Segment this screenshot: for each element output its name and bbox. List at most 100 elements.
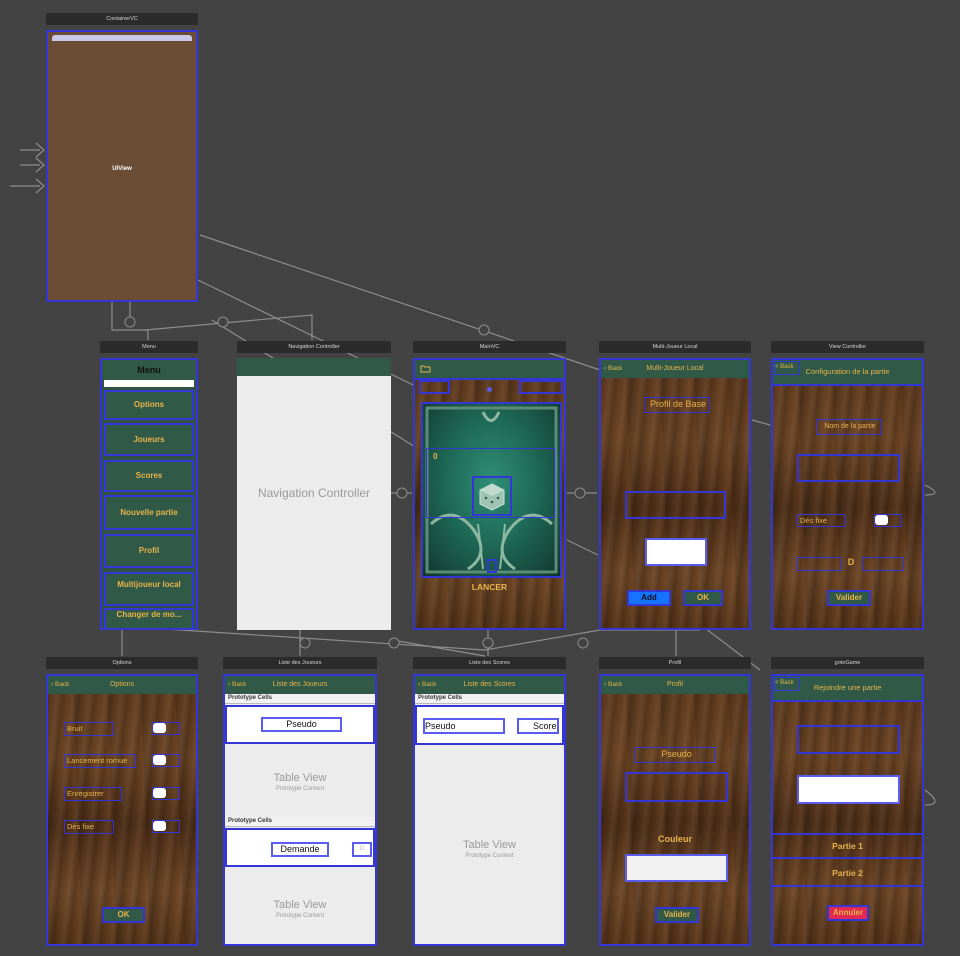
main-nav-bar bbox=[415, 360, 564, 380]
scene-title-goto[interactable]: gotoGame bbox=[771, 657, 924, 669]
config-back-button[interactable]: < Back bbox=[774, 361, 800, 375]
scene-title-config[interactable]: View Controller bbox=[771, 341, 924, 353]
scene-title-nav[interactable]: Navigation Controller bbox=[237, 341, 391, 353]
config-right-box[interactable] bbox=[862, 557, 904, 571]
options-back-label: Back bbox=[54, 681, 70, 688]
nav-controller-label: Navigation Controller bbox=[257, 486, 371, 500]
players-back-button[interactable]: ‹ Back bbox=[228, 676, 246, 694]
players-cell-2[interactable]: Demande D bbox=[225, 828, 375, 867]
config-scene[interactable]: Configuration de la partie < Back Nom de… bbox=[771, 358, 924, 630]
config-fixed-dice-label: Dés fixe bbox=[797, 514, 845, 527]
change-mode-button[interactable]: Changer de mo... bbox=[104, 608, 194, 628]
menu-scene[interactable]: Menu Options Joueurs Scores Nouvelle par… bbox=[100, 358, 198, 630]
option-fixed-dice-switch[interactable] bbox=[152, 820, 180, 833]
dice-box[interactable] bbox=[472, 476, 512, 516]
profil-back-button[interactable]: ‹ Back bbox=[604, 676, 622, 694]
folder-icon[interactable] bbox=[420, 364, 431, 373]
multi-text-field[interactable] bbox=[645, 538, 707, 566]
config-d-label: D bbox=[847, 557, 855, 567]
multi-input-box[interactable] bbox=[625, 491, 726, 519]
main-indicator bbox=[487, 387, 492, 392]
main-top-left-box bbox=[419, 380, 450, 394]
multi-nav-title: Multi-Joueur Local bbox=[646, 365, 704, 372]
players-nav-bar: Liste des Joueurs bbox=[225, 676, 375, 694]
scores-scene[interactable]: Liste des Scores ‹ Back Prototype Cells … bbox=[413, 674, 566, 946]
scores-back-button[interactable]: ‹ Back bbox=[418, 676, 436, 694]
multi-player-scene[interactable]: Multi-Joueur Local ‹ Back Profil de Base… bbox=[599, 358, 751, 630]
players-button[interactable]: Joueurs bbox=[104, 423, 194, 456]
goto-top-box[interactable] bbox=[797, 725, 900, 754]
menu-header: Menu bbox=[102, 360, 196, 380]
options-ok-button[interactable]: OK bbox=[102, 907, 145, 923]
scene-title-menu[interactable]: Menu bbox=[100, 341, 198, 353]
option-noise-switch[interactable] bbox=[152, 722, 180, 735]
multi-back-label: Back bbox=[607, 365, 623, 372]
profile-scene[interactable]: Profil ‹ Back Pseudo Couleur Valider bbox=[599, 674, 751, 946]
scores-table-view[interactable]: Table View Prototype Content bbox=[415, 747, 564, 944]
score-counter: 0 bbox=[433, 452, 438, 461]
scene-title-scores[interactable]: Liste des Scores bbox=[413, 657, 566, 669]
profil-color-field[interactable] bbox=[625, 854, 728, 882]
request-label: Demande bbox=[271, 842, 329, 857]
scores-cell[interactable]: Pseudo Score bbox=[415, 705, 564, 745]
goto-nav-title: Rejoindre une partie bbox=[813, 683, 882, 692]
players-table-view-1[interactable]: Table View Prototype Content bbox=[225, 746, 375, 814]
game-1-row[interactable]: Partie 1 bbox=[773, 833, 922, 859]
options-scene[interactable]: Options ‹ Back Bruit Lancement romue Enr… bbox=[46, 674, 198, 946]
main-scene[interactable]: 0 LANCER bbox=[413, 358, 566, 630]
request-small-label: D bbox=[352, 842, 372, 857]
scene-title-profil[interactable]: Profil bbox=[599, 657, 751, 669]
menu-white-strip bbox=[104, 380, 194, 387]
game-2-row[interactable]: Partie 2 bbox=[773, 861, 922, 887]
new-game-button[interactable]: Nouvelle partie bbox=[104, 495, 194, 530]
scene-title-options[interactable]: Options bbox=[46, 657, 198, 669]
options-button[interactable]: Options bbox=[104, 390, 194, 420]
scene-title-main[interactable]: MainVC bbox=[413, 341, 566, 353]
profile-button[interactable]: Profil bbox=[104, 534, 194, 568]
goto-back-button[interactable]: < Back bbox=[774, 677, 800, 691]
config-fixed-dice-switch[interactable] bbox=[874, 514, 902, 527]
scene-title-container[interactable]: ContainerVC bbox=[46, 13, 198, 25]
container-scene[interactable]: UIView bbox=[46, 30, 198, 302]
multi-ok-button[interactable]: OK bbox=[683, 590, 723, 606]
players-table-view-1-title: Table View bbox=[273, 772, 327, 784]
profil-color-label: Couleur bbox=[657, 834, 692, 844]
goto-game-scene[interactable]: Rejoindre une partie < Back Partie 1 Par… bbox=[771, 674, 924, 946]
main-top-right-box bbox=[519, 380, 563, 394]
players-nav-title: Liste des Joueurs bbox=[272, 681, 328, 688]
scene-title-multi[interactable]: Multi-Joueur Local bbox=[599, 341, 751, 353]
launch-button[interactable]: LANCER bbox=[415, 582, 564, 592]
players-proto-header-1: Prototype Cells bbox=[225, 694, 375, 704]
local-multiplayer-button[interactable]: Multijoueur local bbox=[104, 572, 194, 606]
scores-nav-title: Liste des Scores bbox=[463, 681, 516, 688]
players-table-view-2[interactable]: Table View Prototype Content bbox=[225, 869, 375, 944]
add-button[interactable]: Add bbox=[627, 590, 671, 606]
option-save-switch[interactable] bbox=[152, 787, 180, 800]
container-header-strip bbox=[52, 35, 192, 41]
players-scene[interactable]: Liste des Joueurs ‹ Back Prototype Cells… bbox=[223, 674, 377, 946]
game-name-field[interactable] bbox=[797, 454, 900, 482]
profil-nav-title: Profil bbox=[667, 681, 683, 688]
board-small-box bbox=[487, 559, 497, 573]
config-nav-title: Configuration de la partie bbox=[805, 367, 890, 376]
option-launch-switch[interactable] bbox=[152, 754, 180, 767]
options-back-button[interactable]: ‹ Back bbox=[51, 676, 69, 694]
options-nav-title: Options bbox=[109, 681, 135, 688]
profil-validate-button[interactable]: Valider bbox=[655, 907, 699, 923]
players-cell-1[interactable]: Pseudo bbox=[225, 705, 375, 744]
goto-text-field[interactable] bbox=[797, 775, 900, 804]
profil-pseudo-field[interactable] bbox=[625, 772, 728, 802]
players-pseudo-label: Pseudo bbox=[261, 717, 342, 732]
config-left-box[interactable] bbox=[797, 557, 841, 571]
navigation-controller-scene[interactable]: Navigation Controller bbox=[237, 358, 391, 630]
scores-table-view-title: Table View bbox=[463, 839, 516, 851]
cancel-button[interactable]: Annuler bbox=[827, 905, 869, 921]
scores-score-label: Score bbox=[517, 718, 559, 734]
config-validate-button[interactable]: Valider bbox=[827, 590, 871, 606]
multi-back-button[interactable]: ‹ Back bbox=[604, 360, 622, 378]
scores-button[interactable]: Scores bbox=[104, 460, 194, 492]
game-board[interactable]: 0 bbox=[421, 402, 562, 578]
scene-title-players[interactable]: Liste des Joueurs bbox=[223, 657, 377, 669]
scores-table-view-subtitle: Prototype Content bbox=[465, 853, 514, 859]
scores-nav-bar: Liste des Scores bbox=[415, 676, 564, 694]
